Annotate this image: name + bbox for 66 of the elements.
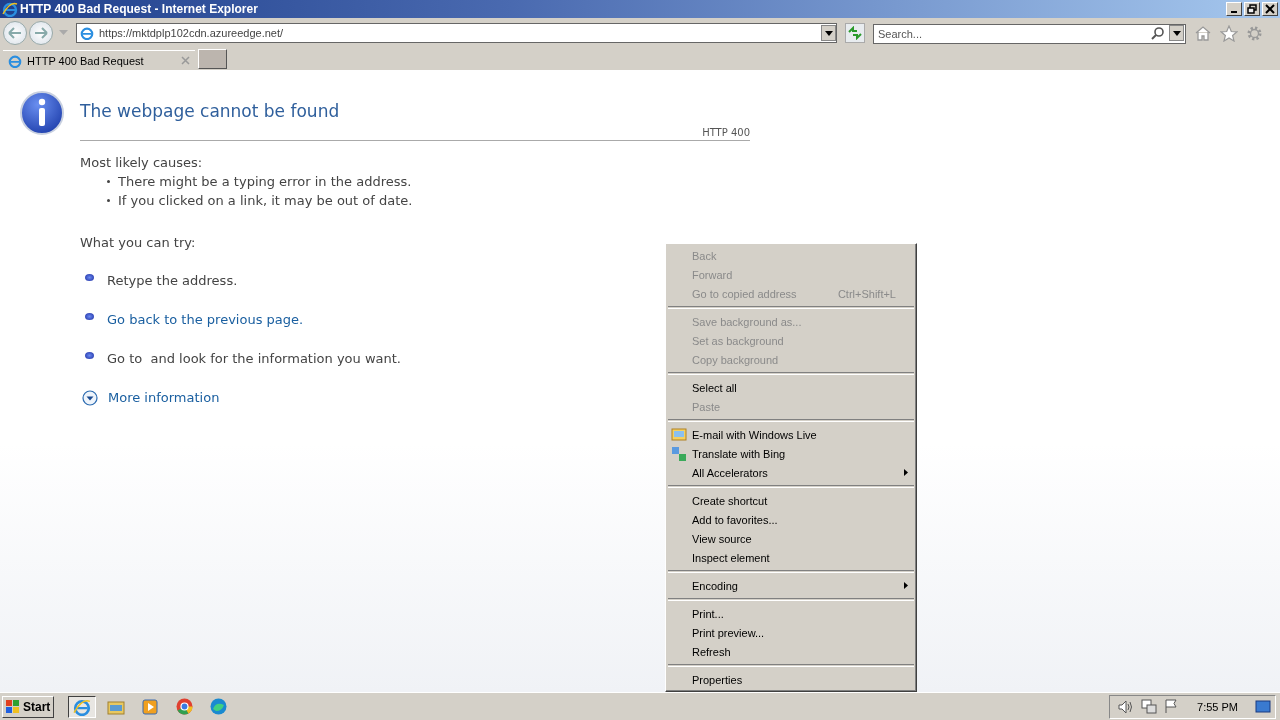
mail-icon	[671, 427, 687, 442]
bullet-icon	[85, 274, 94, 281]
star-icon[interactable]	[1220, 24, 1238, 42]
bullet-icon	[85, 352, 94, 359]
windows-logo-icon	[6, 700, 20, 713]
restore-button[interactable]	[1244, 2, 1260, 16]
search-icon[interactable]	[1151, 26, 1165, 40]
suggestion-text: Go to and look for the information you want.	[107, 350, 401, 368]
network-icon[interactable]	[1141, 699, 1158, 714]
expand-icon[interactable]	[82, 390, 98, 406]
search-field[interactable]: Search...	[873, 24, 1186, 44]
window-title: HTTP 400 Bad Request - Internet Explorer	[20, 2, 258, 16]
cause-text: If you clicked on a link, it may be out of date.	[118, 192, 413, 210]
submenu-arrow-icon	[904, 469, 908, 476]
menu-item[interactable]: Add to favorites...	[668, 510, 914, 529]
forward-arrow-icon	[33, 27, 49, 39]
section-title: What you can try:	[80, 234, 197, 252]
cause-text: There might be a typing error in the address.	[118, 173, 412, 191]
suggestion-text: Retype the address.	[107, 272, 238, 290]
more-information-link[interactable]: More information	[108, 388, 220, 408]
ie-logo-icon	[2, 1, 18, 17]
clock: 7:55 PM	[1197, 700, 1238, 713]
error-code: HTTP 400	[702, 126, 750, 140]
refresh-button[interactable]	[845, 23, 865, 43]
section-title: Most likely causes:	[80, 154, 204, 172]
caret-icon	[824, 30, 833, 36]
menu-item[interactable]: Translate with Bing	[668, 444, 914, 463]
menu-item[interactable]: Properties	[668, 670, 914, 689]
bullet-icon	[85, 313, 94, 320]
menu-item[interactable]: Select all	[668, 378, 914, 397]
bullet-icon	[107, 180, 110, 183]
caret-icon	[1172, 30, 1181, 36]
ie-taskbar-button[interactable]	[68, 695, 97, 718]
page-heading: The webpage cannot be found	[80, 100, 341, 122]
menu-item[interactable]: Encoding	[668, 576, 914, 595]
browser-tab[interactable]: HTTP 400 Bad Request	[3, 50, 195, 70]
back-link[interactable]: Go back to the previous page.	[107, 310, 304, 330]
flag-icon[interactable]	[1164, 699, 1179, 714]
back-arrow-icon	[7, 27, 23, 39]
forward-button[interactable]	[29, 21, 53, 45]
menu-item[interactable]: E-mail with Windows Live	[668, 425, 914, 444]
ie-logo-icon	[80, 26, 94, 40]
menu-item[interactable]: Refresh	[668, 642, 914, 661]
minimize-button[interactable]	[1226, 2, 1242, 16]
volume-icon[interactable]	[1118, 699, 1135, 714]
info-icon	[19, 90, 65, 136]
menu-item[interactable]: Create shortcut	[668, 491, 914, 510]
menu-item[interactable]: Print preview...	[668, 623, 914, 642]
minimize-icon	[1231, 11, 1237, 13]
home-icon[interactable]	[1194, 25, 1212, 41]
back-button[interactable]	[3, 21, 27, 45]
dropdown-button[interactable]	[821, 25, 836, 41]
menu-item[interactable]: All Accelerators	[668, 463, 914, 482]
address-field[interactable]: https://mktdplp102cdn.azureedge.net/	[76, 23, 837, 43]
show-desktop-icon[interactable]	[1255, 699, 1271, 714]
menu-item[interactable]: Print...	[668, 604, 914, 623]
dropdown-button[interactable]	[1169, 25, 1184, 41]
ie-logo-icon	[8, 53, 22, 68]
submenu-arrow-icon	[904, 582, 908, 589]
start-button[interactable]: Start	[2, 695, 55, 718]
new-tab-button[interactable]	[198, 49, 227, 69]
translate-icon	[671, 445, 687, 462]
menu-item[interactable]: View source	[668, 529, 914, 548]
bullet-icon	[107, 199, 110, 202]
menu-item[interactable]: Inspect element	[668, 548, 914, 567]
close-button[interactable]	[1262, 2, 1278, 16]
